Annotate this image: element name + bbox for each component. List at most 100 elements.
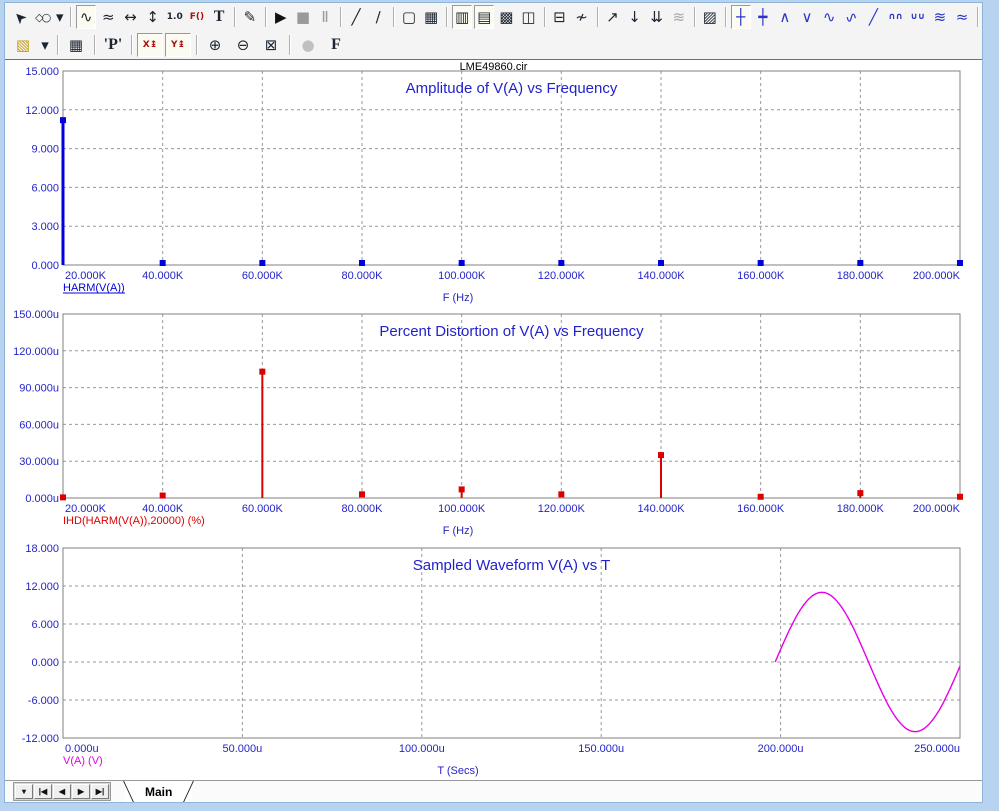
go-to-slope-button[interactable]: ╱ xyxy=(863,5,883,29)
toolbar-separator xyxy=(393,7,394,27)
font-tool-button[interactable]: F xyxy=(323,33,349,57)
scope-mode-icon: ∿ xyxy=(79,7,93,26)
go-to-envelope-button[interactable]: ≋ xyxy=(930,5,950,29)
web-help-button[interactable]: ● xyxy=(295,33,321,57)
analysis-limits-button[interactable]: ▧ xyxy=(10,33,36,57)
first-tab-button[interactable]: |◀ xyxy=(34,784,52,799)
overlap-panels-button[interactable]: ▩ xyxy=(496,5,516,29)
data-point-marker xyxy=(957,260,963,266)
run-button[interactable]: ▶ xyxy=(271,5,291,29)
data-point-marker xyxy=(757,260,764,266)
go-to-peak-button[interactable]: ∧ xyxy=(775,5,795,29)
cursor-horizontal-button[interactable]: ┿ xyxy=(753,5,773,29)
pause-button[interactable]: Ⅱ xyxy=(315,5,335,29)
chart-1-frame xyxy=(62,70,961,266)
x-axis-label: F (Hz) xyxy=(443,292,474,304)
split-plot-button[interactable]: ⊟ xyxy=(549,5,569,29)
scope-mode-button[interactable]: ∿ xyxy=(76,5,97,29)
x-axis-label: T (Secs) xyxy=(437,765,478,777)
next-tab-button[interactable]: ▶ xyxy=(72,784,90,799)
line-mode-icon: ╱ xyxy=(351,7,361,26)
tab-main-label: Main xyxy=(145,784,173,799)
select-cursor-button[interactable]: ➤ xyxy=(8,5,31,29)
cursor-crosshair-button[interactable]: ┼ xyxy=(730,5,751,29)
tab-main[interactable]: Main xyxy=(125,781,193,802)
auto-scale-x-button[interactable]: X↨ xyxy=(137,33,163,57)
prev-tab-button[interactable]: ◀ xyxy=(53,784,71,799)
exclude-curve-button[interactable]: ≁ xyxy=(571,5,591,29)
overlap-panels-icon: ▩ xyxy=(499,7,514,26)
shapes-dropdown-button[interactable]: ▾ xyxy=(54,5,65,29)
graphics-shapes-button[interactable]: ◇○ xyxy=(32,5,52,29)
chart-3-title: Sampled Waveform V(A) vs T xyxy=(413,557,611,574)
series-label[interactable]: V(A) (V) xyxy=(63,755,103,767)
last-tab-button[interactable]: ▶| xyxy=(91,784,109,799)
y-tick-label: 3.000 xyxy=(31,221,59,233)
x-tick-label: 0.000u xyxy=(65,743,99,755)
horizontal-tag-mode-button[interactable]: ↔ xyxy=(120,5,140,29)
auto-scale-y-button[interactable]: Y↨ xyxy=(165,33,191,57)
tab-list-dropdown-button[interactable]: ▾ xyxy=(15,784,33,799)
select-cursor-icon: ➤ xyxy=(8,6,31,29)
go-to-center-button[interactable]: ≈ xyxy=(952,5,972,29)
animate-mode-button[interactable]: ≈ xyxy=(98,5,118,29)
limits-dropdown-icon: ▾ xyxy=(41,35,49,54)
polyline-mode-button[interactable]: ∕ xyxy=(368,5,388,29)
numeric-output-button[interactable]: ▦ xyxy=(63,33,89,57)
tile-horizontal-icon: ▤ xyxy=(477,7,492,26)
tag-vertical-button[interactable]: ↗ xyxy=(602,5,622,29)
data-point-marker xyxy=(359,491,365,498)
go-to-valley-button[interactable]: ∨ xyxy=(797,5,817,29)
tag-both-button[interactable]: ⇊ xyxy=(647,5,667,29)
zoom-out-button[interactable]: ⊖ xyxy=(230,33,256,57)
data-point-marker xyxy=(60,494,66,501)
toolbar-separator xyxy=(543,7,545,27)
tag-point-button[interactable]: ↓ xyxy=(624,5,644,29)
text-mode-button[interactable]: T xyxy=(209,5,229,29)
tile-vertical-button[interactable]: ▥ xyxy=(451,5,473,29)
align-curves-button[interactable]: ≋ xyxy=(669,5,689,29)
tag-both-icon: ⇊ xyxy=(650,7,663,26)
properties-button[interactable]: ✎ xyxy=(240,5,260,29)
stop-button[interactable]: ■ xyxy=(293,5,313,29)
go-to-inflection-button[interactable]: ∩∩ xyxy=(886,5,906,29)
column-panels-button[interactable]: ◫ xyxy=(518,5,538,29)
zoom-in-icon: ⊕ xyxy=(208,35,222,54)
zoom-in-button[interactable]: ⊕ xyxy=(202,33,228,57)
data-point-marker xyxy=(558,491,565,498)
align-curves-icon: ≋ xyxy=(672,7,686,26)
y-tick-label: 18.000 xyxy=(25,543,59,555)
toolbar-separator xyxy=(693,7,695,27)
periodic-steady-state-button[interactable]: 'P' xyxy=(100,33,126,57)
scope-thumbnail-button[interactable]: ▨ xyxy=(700,5,720,29)
vertical-tag-mode-button[interactable]: ↕ xyxy=(143,5,163,29)
grid-toggle-button[interactable]: ▦ xyxy=(421,5,441,29)
toolbar-separator xyxy=(724,7,726,27)
data-point-marker xyxy=(757,493,764,500)
function-tag-mode-button[interactable]: F() xyxy=(187,5,207,29)
go-to-envelope-icon: ≋ xyxy=(933,7,947,26)
series-label[interactable]: HARM(V(A)) xyxy=(63,282,125,294)
go-to-valley-icon: ∨ xyxy=(801,7,813,26)
point-tag-mode-button[interactable]: 1.0 xyxy=(165,5,185,29)
polyline-mode-icon: ∕ xyxy=(375,7,381,26)
x-tick-label: 80.000K xyxy=(342,270,384,282)
go-to-low-button[interactable]: ∿ xyxy=(841,5,861,29)
y-tick-label: 120.000u xyxy=(13,346,59,358)
limits-dropdown-button[interactable]: ▾ xyxy=(38,33,52,57)
cursor-crosshair-icon: ┼ xyxy=(736,7,746,26)
auto-scale-y-icon: Y↨ xyxy=(170,39,186,50)
toolbar-separator xyxy=(234,7,235,27)
bottom-tab-bar: ▾ |◀ ◀ ▶ ▶| Main xyxy=(5,780,982,802)
x-tick-label: 40.000K xyxy=(142,503,184,515)
numeric-output-icon: ▦ xyxy=(68,35,84,54)
select-area-button[interactable]: ▢ xyxy=(399,5,419,29)
toolbar-separator xyxy=(264,7,266,27)
y-tick-label: 9.000 xyxy=(31,144,59,156)
series-label[interactable]: IHD(HARM(V(A)),20000) (%) xyxy=(63,515,205,527)
tile-horizontal-button[interactable]: ▤ xyxy=(474,5,495,29)
go-to-high-button[interactable]: ∿ xyxy=(819,5,839,29)
line-mode-button[interactable]: ╱ xyxy=(346,5,366,29)
zoom-area-button[interactable]: ⊠ xyxy=(258,33,284,57)
go-to-minimum-button[interactable]: ∪∪ xyxy=(908,5,928,29)
